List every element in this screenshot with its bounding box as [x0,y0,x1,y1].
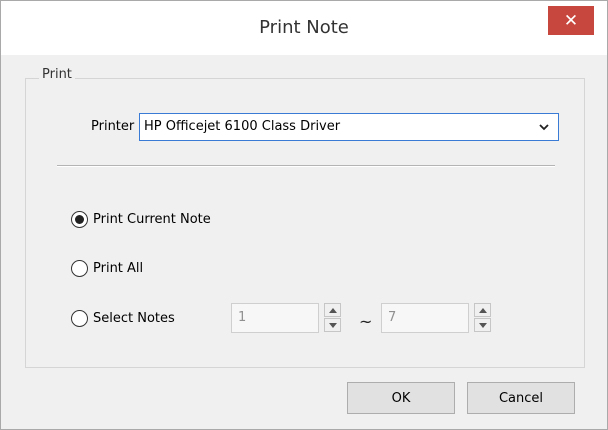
title-bar[interactable]: Print Note ✕ [1,1,607,55]
cancel-button[interactable]: Cancel [467,382,575,414]
printer-label: Printer [91,119,135,134]
printer-select-value: HP Officejet 6100 Class Driver [144,119,341,134]
separator-line [57,165,555,167]
arrow-up-icon [478,307,487,313]
to-note-up-button[interactable] [474,303,491,317]
to-note-down-button[interactable] [474,318,491,332]
arrow-up-icon [328,307,337,313]
ok-button[interactable]: OK [347,382,455,414]
print-group-legend: Print [39,67,75,82]
from-note-input[interactable]: 1 [231,303,319,333]
print-note-dialog: Print Note ✕ Print Printer HP Officejet … [0,0,608,430]
to-note-value: 7 [388,310,397,325]
print-current-radio[interactable] [71,211,88,228]
select-notes-radio[interactable] [71,310,88,327]
to-note-input[interactable]: 7 [381,303,469,333]
arrow-down-icon [328,322,337,328]
arrow-down-icon [478,322,487,328]
from-note-down-button[interactable] [324,318,341,332]
printer-select[interactable]: HP Officejet 6100 Class Driver [139,113,559,141]
select-notes-label[interactable]: Select Notes [93,311,175,326]
close-button[interactable]: ✕ [548,6,594,35]
radio-selected-dot [75,215,84,224]
from-note-up-button[interactable] [324,303,341,317]
print-current-label[interactable]: Print Current Note [93,212,211,227]
close-icon: ✕ [563,10,579,31]
range-separator: ~ [359,312,373,331]
from-note-value: 1 [238,310,247,325]
dialog-title: Print Note [259,17,349,38]
chevron-down-icon [539,124,549,131]
print-all-label[interactable]: Print All [93,261,143,276]
print-all-radio[interactable] [71,260,88,277]
